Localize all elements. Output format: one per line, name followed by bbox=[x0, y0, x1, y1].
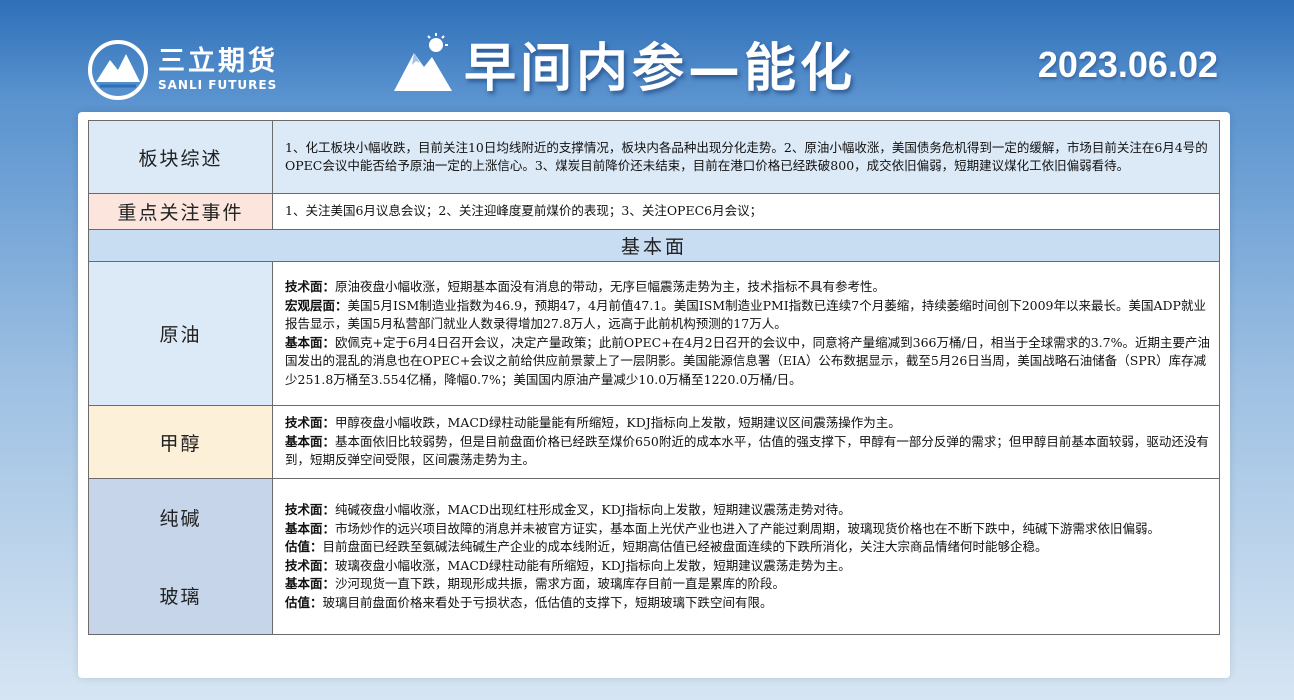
crude-line: 宏观层面：美国5月ISM制造业指数为46.9，预期47，4月前值47.1。美国I… bbox=[285, 297, 1206, 332]
key-events-text: 1、关注美国6月议息会议；2、关注迎峰度夏前煤价的表现；3、关注OPEC6月会议… bbox=[272, 193, 1220, 230]
soda-glass-label-cell: 纯碱 玻璃 bbox=[88, 478, 273, 635]
glass-line: 基本面：沙河现货一直下跌，期现形成共振，需求方面，玻璃库存目前一直是累库的阶段。 bbox=[285, 576, 786, 591]
company-logo: 三立期货 SANLI FUTURES bbox=[86, 38, 278, 102]
key-events-label: 重点关注事件 bbox=[88, 193, 273, 230]
report-title: 早间内参—能化 bbox=[464, 39, 857, 99]
sector-summary-label: 板块综述 bbox=[88, 120, 273, 194]
methanol-line: 技术面：甲醇夜盘小幅收跌，MACD绿柱动能量能有所缩短，KDJ指标向上发散，短期… bbox=[285, 415, 901, 431]
glass-line: 技术面：玻璃夜盘小幅收涨，MACD绿柱动能有所缩短，KDJ指标向上发散，短期建议… bbox=[285, 557, 851, 573]
report-table: 板块综述 1、化工板块小幅收跌，目前关注10日均线附近的支撑情况，板块内各品种出… bbox=[88, 120, 1220, 635]
table-row-key-events: 重点关注事件 1、关注美国6月议息会议；2、关注迎峰度夏前煤价的表现；3、关注O… bbox=[88, 193, 1220, 230]
fundamentals-header: 基本面 bbox=[88, 229, 1220, 262]
logo-chinese-name: 三立期货 bbox=[158, 46, 278, 77]
soda-glass-content: 技术面：纯碱夜盘小幅收涨，MACD出现红柱形成金叉，KDJ指标向上发散，短期建议… bbox=[272, 478, 1220, 635]
table-row-fundamentals-header: 基本面 bbox=[88, 229, 1220, 262]
crude-label: 原油 bbox=[88, 261, 273, 406]
methanol-label: 甲醇 bbox=[88, 405, 273, 479]
glass-label: 玻璃 bbox=[159, 585, 202, 608]
mountain-logo-icon bbox=[88, 40, 148, 100]
methanol-content: 技术面：甲醇夜盘小幅收跌，MACD绿柱动能量能有所缩短，KDJ指标向上发散，短期… bbox=[272, 405, 1220, 479]
methanol-line: 基本面：基本面依旧比较弱势，但是目前盘面价格已经跌至煤价650附近的成本水平，估… bbox=[285, 433, 1209, 468]
soda-line: 技术面：纯碱夜盘小幅收涨，MACD出现红柱形成金叉，KDJ指标向上发散，短期建议… bbox=[285, 502, 851, 517]
table-row-crude: 原油 技术面：原油夜盘小幅收涨，短期基本面没有消息的带动，无序巨幅震荡走势为主，… bbox=[88, 261, 1220, 406]
page-header: 三立期货 SANLI FUTURES 早间内参—能化 2023.06.02 bbox=[0, 0, 1294, 112]
logo-english-name: SANLI FUTURES bbox=[158, 78, 278, 92]
report-date: 2023.06.02 bbox=[1037, 44, 1218, 85]
soda-label: 纯碱 bbox=[159, 508, 202, 531]
soda-line: 基本面：市场炒作的远兴项目故障的消息并未被官方证实，基本面上光伏产业也进入了产能… bbox=[285, 520, 1161, 536]
table-row-methanol: 甲醇 技术面：甲醇夜盘小幅收跌，MACD绿柱动能量能有所缩短，KDJ指标向上发散… bbox=[88, 405, 1220, 479]
crude-content: 技术面：原油夜盘小幅收涨，短期基本面没有消息的带动，无序巨幅震荡走势为主，技术指… bbox=[272, 261, 1220, 406]
table-row-sector-summary: 板块综述 1、化工板块小幅收跌，目前关注10日均线附近的支撑情况，板块内各品种出… bbox=[88, 120, 1220, 194]
soda-line: 估值：目前盘面已经跌至氨碱法纯碱生产企业的成本线附近，短期高估值已经被盘面连续的… bbox=[285, 539, 1048, 554]
mountain-sun-icon bbox=[394, 32, 452, 91]
report-title-group: 早间内参—能化 bbox=[390, 26, 856, 101]
sector-summary-text: 1、化工板块小幅收跌，目前关注10日均线附近的支撑情况，板块内各品种出现分化走势… bbox=[272, 120, 1220, 194]
glass-line: 估值：玻璃目前盘面价格来看处于亏损状态，低估值的支撑下，短期玻璃下跌空间有限。 bbox=[285, 594, 773, 610]
crude-line: 基本面：欧佩克+定于6月4日召开会议，决定产量政策；此前OPEC+在4月2日召开… bbox=[285, 334, 1210, 387]
report-card: 板块综述 1、化工板块小幅收跌，目前关注10日均线附近的支撑情况，板块内各品种出… bbox=[78, 112, 1230, 678]
crude-line: 技术面：原油夜盘小幅收涨，短期基本面没有消息的带动，无序巨幅震荡走势为主，技术指… bbox=[285, 279, 886, 294]
table-row-soda-glass: 纯碱 玻璃 技术面：纯碱夜盘小幅收涨，MACD出现红柱形成金叉，KDJ指标向上发… bbox=[88, 478, 1220, 635]
